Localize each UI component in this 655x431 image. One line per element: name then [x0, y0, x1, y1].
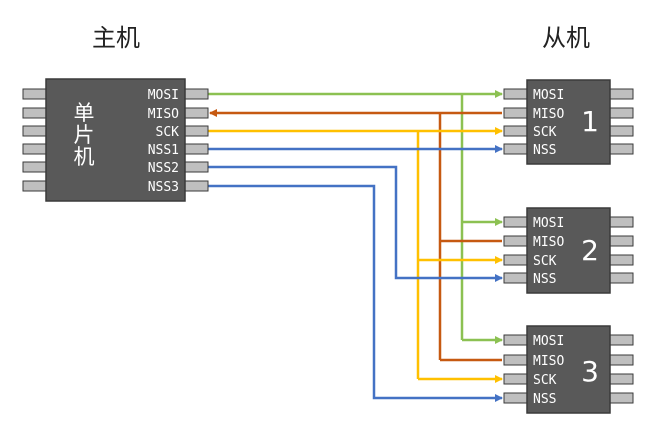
master-pin-label: SCK	[156, 125, 180, 140]
master-pin-label: NSS3	[148, 180, 179, 195]
slave2-pin-label: SCK	[533, 254, 557, 269]
slave1-right-pin	[609, 88, 634, 100]
slave3-right-pin	[609, 392, 634, 404]
slave2-pin-sck	[503, 254, 528, 266]
master-pin-nss3	[184, 180, 209, 192]
slave2-pin-nss	[503, 272, 528, 284]
master-pin-sck	[184, 125, 209, 137]
slave-chip-1: MOSI MISO SCK NSS 1	[503, 79, 634, 165]
slave3-pin-miso	[503, 354, 528, 366]
master-pin-label: NSS1	[148, 143, 179, 158]
slave1-pin-label: NSS	[533, 143, 556, 158]
slave2-right-pin	[609, 254, 634, 266]
spi-topology-diagram: 主机 从机 单 片 机 MOSI MISO SCK NSS1 NSS2 NSS3…	[0, 0, 655, 431]
slave2-pin-label: MOSI	[533, 216, 564, 231]
master-pin-label: MISO	[148, 107, 179, 122]
slave3-pin-sck	[503, 373, 528, 385]
slave3-pin-label: MOSI	[533, 334, 564, 349]
slave1-pin-sck	[503, 125, 528, 137]
slave1-pin-nss	[503, 143, 528, 155]
nss3-wire	[208, 184, 503, 402]
slave2-pin-label: NSS	[533, 272, 556, 287]
slave1-pin-miso	[503, 107, 528, 119]
master-label-char: 单	[74, 101, 95, 125]
slave3-pin-mosi	[503, 334, 528, 346]
master-pin-label: MOSI	[148, 88, 179, 103]
master-right-pins	[184, 88, 209, 192]
slave3-pin-label: NSS	[533, 392, 556, 407]
master-left-pin	[22, 88, 47, 100]
master-left-pin	[22, 161, 47, 173]
master-left-pin	[22, 180, 47, 192]
master-label-char: 机	[74, 145, 95, 169]
slave1-pin-label: SCK	[533, 125, 557, 140]
slaves-title: 从机	[542, 24, 590, 52]
nss2-wire	[208, 165, 503, 282]
slave2-pin-label: MISO	[533, 235, 564, 250]
slave3-pin-label: MISO	[533, 354, 564, 369]
slave1-pin-label: MISO	[533, 107, 564, 122]
master-pin-miso	[184, 107, 209, 119]
slave2-right-pin	[609, 235, 634, 247]
master-left-pin	[22, 125, 47, 137]
slave3-pin-nss	[503, 392, 528, 404]
slave3-pin-label: SCK	[533, 373, 557, 388]
slave1-right-pin	[609, 107, 634, 119]
slave1-number: 1	[581, 105, 599, 138]
master-left-pins	[22, 88, 47, 192]
slave1-pin-label: MOSI	[533, 88, 564, 103]
slave-chip-2: MOSI MISO SCK NSS 2	[503, 207, 634, 294]
slave1-pin-mosi	[503, 88, 528, 100]
master-pin-nss2	[184, 161, 209, 173]
master-left-pin	[22, 143, 47, 155]
master-pin-nss1	[184, 143, 209, 155]
slave3-right-pin	[609, 334, 634, 346]
slave-chip-3: MOSI MISO SCK NSS 3	[503, 325, 634, 414]
slave2-right-pin	[609, 272, 634, 284]
slave1-right-pin	[609, 125, 634, 137]
master-left-pin	[22, 107, 47, 119]
master-label-char: 片	[74, 123, 95, 147]
master-pin-mosi	[184, 88, 209, 100]
slave2-number: 2	[581, 234, 599, 267]
slave2-pin-miso	[503, 235, 528, 247]
master-title: 主机	[92, 24, 140, 52]
master-pin-label: NSS2	[148, 161, 179, 176]
slave3-right-pin	[609, 373, 634, 385]
slave2-right-pin	[609, 216, 634, 228]
slave1-right-pin	[609, 143, 634, 155]
slave2-pin-mosi	[503, 216, 528, 228]
slave3-right-pin	[609, 354, 634, 366]
slave3-number: 3	[581, 355, 599, 388]
diagram-canvas: 主机 从机 单 片 机 MOSI MISO SCK NSS1 NSS2 NSS3…	[22, 24, 634, 414]
master-chip: 单 片 机 MOSI MISO SCK NSS1 NSS2 NSS3	[22, 78, 209, 202]
